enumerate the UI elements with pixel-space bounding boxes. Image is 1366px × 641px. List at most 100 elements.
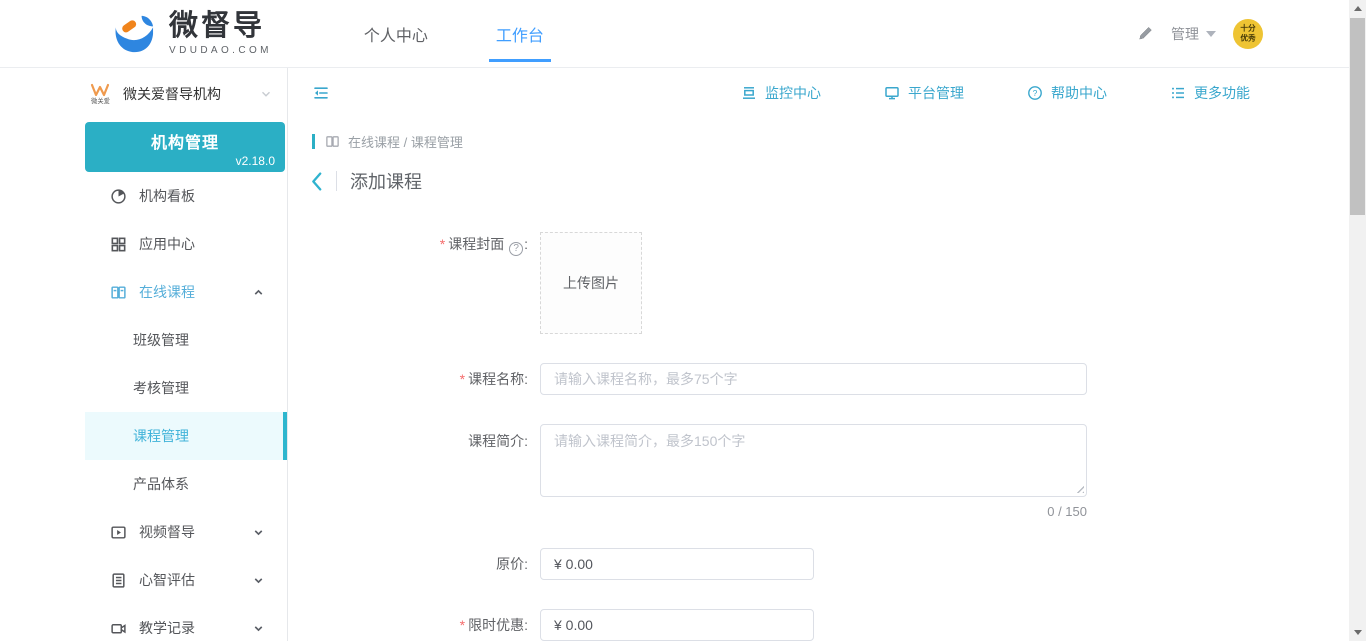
module-title: 机构管理 xyxy=(150,135,219,152)
form-row-cover: *课程封面 : 上传图片 xyxy=(288,232,1349,334)
upload-image-label: 上传图片 xyxy=(563,275,619,291)
sidebar-item-mind-evaluation[interactable]: 心智评估 xyxy=(85,556,287,604)
brand-domain: VDUDAO.COM xyxy=(169,44,272,56)
page-title: 添加课程 xyxy=(350,172,422,192)
app-grid-icon xyxy=(110,236,127,253)
add-course-form: *课程封面 : 上传图片 *课程名称: 课 xyxy=(288,232,1349,641)
org-switcher[interactable]: 微关爱 微关爱督导机构 xyxy=(85,75,287,113)
sidebar-item-label: 在线课程 xyxy=(139,284,195,300)
main-content: 监控中心 平台管理 ? 帮助中心 更多功能 在线课程 / 课程管理 添加课程 *… xyxy=(288,68,1349,641)
sidebar-item-label: 应用中心 xyxy=(139,236,195,252)
open-book-icon xyxy=(110,284,127,301)
sidebar-item-product-system[interactable]: 产品体系 xyxy=(85,460,287,508)
more-list-icon xyxy=(1170,85,1186,101)
discount-price-label: * 限时优惠: xyxy=(459,617,528,633)
tab-workbench[interactable]: 工作台 xyxy=(488,16,551,62)
svg-text:?: ? xyxy=(1033,88,1038,98)
chevron-up-icon xyxy=(252,286,265,299)
sidebar-item-app-center[interactable]: 应用中心 xyxy=(85,220,287,268)
chevron-down-icon xyxy=(252,622,265,635)
form-row-name: * 课程名称: xyxy=(288,363,1349,395)
original-price-label: 原价: xyxy=(496,556,528,572)
sidebar-item-class-management[interactable]: 班级管理 xyxy=(85,316,287,364)
org-name: 微关爱督导机构 xyxy=(123,86,221,102)
required-mark: * xyxy=(459,371,466,387)
app-window: 微督导 VDUDAO.COM 个人中心 工作台 管理 十分 优秀 微关爱 微关爱… xyxy=(0,0,1366,641)
course-intro-label: 课程简介: xyxy=(468,433,528,449)
brand-name: 微督导 xyxy=(169,9,266,42)
triangle-down-icon xyxy=(1353,630,1362,635)
top-header: 微督导 VDUDAO.COM 个人中心 工作台 管理 十分 优秀 xyxy=(0,0,1349,68)
edit-pencil-icon[interactable] xyxy=(1137,25,1154,42)
sidebar-item-online-courses[interactable]: 在线课程 xyxy=(85,268,287,316)
sidebar-item-label: 机构看板 xyxy=(139,188,195,204)
manage-label: 管理 xyxy=(1171,25,1199,42)
chevron-down-icon xyxy=(1206,30,1216,37)
sidebar-item-label: 心智评估 xyxy=(139,572,195,588)
video-play-icon xyxy=(110,524,127,541)
platform-icon xyxy=(884,85,900,101)
nav-help-center[interactable]: ? 帮助中心 xyxy=(1027,83,1107,103)
nav-platform-management[interactable]: 平台管理 xyxy=(884,83,964,103)
sidebar-menu: 机构看板 应用中心 在线课程 班级管理 考核管理 课程管理 产品体系 视频督导 … xyxy=(85,172,287,641)
form-row-price: 原价: xyxy=(288,548,1349,580)
manage-dropdown[interactable]: 管理 xyxy=(1171,24,1216,44)
sidebar-item-label: 课程管理 xyxy=(133,428,189,444)
sidebar-item-label: 视频督导 xyxy=(139,524,195,540)
cover-label: *课程封面 : xyxy=(288,232,540,334)
collapse-sidebar-icon[interactable] xyxy=(312,85,330,101)
breadcrumb-text: 在线课程 / 课程管理 xyxy=(348,135,463,150)
chevron-down-icon xyxy=(252,574,265,587)
brand-hand-icon xyxy=(110,13,156,55)
breadcrumb[interactable]: 在线课程 / 课程管理 xyxy=(312,132,1349,151)
question-circle-icon: ? xyxy=(1027,85,1043,101)
sidebar-item-course-management[interactable]: 课程管理 xyxy=(85,412,287,460)
scrollbar-thumb[interactable] xyxy=(1350,18,1365,215)
brand-logo: 微督导 VDUDAO.COM xyxy=(110,9,272,56)
title-divider xyxy=(336,171,337,191)
course-name-label: * 课程名称: xyxy=(459,371,528,387)
discount-price-input[interactable] xyxy=(540,609,814,641)
sidebar-item-label: 产品体系 xyxy=(133,476,189,492)
required-mark: * xyxy=(439,236,446,252)
original-price-input[interactable] xyxy=(540,548,814,580)
open-book-icon xyxy=(325,134,340,149)
sidebar: 微关爱 微关爱督导机构 机构管理 v2.18.0 机构看板 应用中心 在线课程 … xyxy=(0,68,288,641)
course-name-input[interactable] xyxy=(540,363,1087,395)
breadcrumb-accent-bar xyxy=(312,134,315,149)
monitor-list-icon xyxy=(741,85,757,101)
pie-chart-icon xyxy=(110,188,127,205)
sidebar-item-teaching-records[interactable]: 教学记录 xyxy=(85,604,287,641)
tab-personal-center[interactable]: 个人中心 xyxy=(360,16,432,52)
char-counter: 0 / 150 xyxy=(1047,504,1087,519)
avatar-text-bottom: 优秀 xyxy=(1240,33,1256,42)
nav-monitoring-center[interactable]: 监控中心 xyxy=(741,83,821,103)
video-camera-icon xyxy=(110,620,127,637)
back-button[interactable] xyxy=(310,171,323,191)
course-intro-textarea[interactable] xyxy=(540,424,1087,497)
chevron-down-icon xyxy=(259,87,273,101)
nav-item-label: 监控中心 xyxy=(765,85,821,101)
sidebar-item-label: 教学记录 xyxy=(139,620,195,636)
sidebar-item-assessment-management[interactable]: 考核管理 xyxy=(85,364,287,412)
scroll-down-button[interactable] xyxy=(1349,624,1366,641)
module-banner: 机构管理 v2.18.0 xyxy=(85,122,285,172)
form-row-discount: * 限时优惠: xyxy=(288,609,1349,641)
nav-more-functions[interactable]: 更多功能 xyxy=(1170,83,1250,103)
question-circle-icon[interactable] xyxy=(509,242,524,256)
nav-item-label: 更多功能 xyxy=(1194,85,1250,101)
vertical-scrollbar[interactable] xyxy=(1349,0,1366,641)
assessment-doc-icon xyxy=(110,572,127,589)
sidebar-item-dashboard[interactable]: 机构看板 xyxy=(85,172,287,220)
sidebar-item-video-supervision[interactable]: 视频督导 xyxy=(85,508,287,556)
nav-item-label: 平台管理 xyxy=(908,85,964,101)
header-tabs: 个人中心 工作台 xyxy=(360,16,551,62)
secondary-nav: 监控中心 平台管理 ? 帮助中心 更多功能 xyxy=(288,68,1349,118)
avatar[interactable]: 十分 优秀 xyxy=(1233,18,1263,49)
sidebar-item-label: 班级管理 xyxy=(133,332,189,348)
triangle-up-icon xyxy=(1353,6,1362,11)
form-row-intro: 课程简介: 0 / 150 xyxy=(288,424,1349,519)
module-version: v2.18.0 xyxy=(235,154,275,168)
scroll-up-button[interactable] xyxy=(1349,0,1366,17)
upload-image-button[interactable]: 上传图片 xyxy=(540,232,642,334)
